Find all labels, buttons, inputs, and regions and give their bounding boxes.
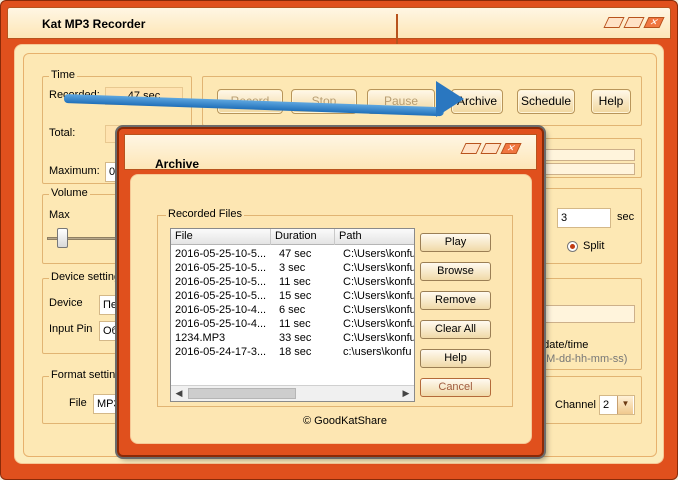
naming-format-hint: MM-dd-hh-mm-ss): [537, 353, 628, 365]
input-pin-label: Input Pin: [49, 323, 93, 335]
cell-path: C:\Users\konfu: [343, 290, 415, 302]
recorded-files-legend: Recorded Files: [166, 208, 244, 220]
cell-path: C:\Users\konfu: [343, 248, 415, 260]
play-button[interactable]: Play: [420, 233, 491, 252]
cell-path: c:\users\konfu: [343, 346, 412, 358]
blue-arrow-head-icon: [436, 81, 464, 117]
column-header-duration[interactable]: Duration: [271, 229, 335, 245]
total-label: Total:: [49, 127, 76, 139]
cell-file: 2016-05-24-17-3...: [175, 346, 267, 358]
list-header: File Duration Path: [171, 229, 414, 245]
scroll-right-icon[interactable]: ▶: [398, 386, 414, 401]
table-row[interactable]: 1234.MP3 33 sec C:\Users\konfu: [171, 331, 414, 345]
file-name-field[interactable]: [531, 305, 635, 323]
level-meter-right: [531, 163, 635, 175]
archive-minimize-icon[interactable]: [460, 143, 482, 154]
time-legend: Time: [49, 69, 78, 81]
cell-path: C:\Users\konfu: [343, 262, 415, 274]
archive-help-button[interactable]: Help: [420, 349, 491, 368]
column-header-file[interactable]: File: [171, 229, 271, 245]
level-meter-left: [531, 149, 635, 161]
naming-datetime-label: t date/time: [537, 339, 589, 351]
cell-file: 2016-05-25-10-4...: [175, 304, 267, 316]
cell-duration: 47 sec: [279, 248, 312, 260]
split-unit-label: sec: [617, 211, 635, 223]
table-row[interactable]: 2016-05-25-10-5... 11 sec C:\Users\konfu: [171, 275, 414, 289]
file-format-label: File: [69, 397, 87, 409]
split-duration-input[interactable]: 3: [557, 208, 611, 228]
maximum-label: Maximum:: [49, 165, 100, 177]
channel-dropdown-arrow-icon[interactable]: ▼: [617, 396, 633, 414]
cell-file: 2016-05-25-10-4...: [175, 318, 267, 330]
archive-dialog: ✕ Archive Recorded Files File Duration P…: [117, 127, 544, 457]
table-row[interactable]: 2016-05-25-10-5... 47 sec C:\Users\konfu: [171, 247, 414, 261]
cell-path: C:\Users\konfu: [343, 318, 415, 330]
help-button[interactable]: Help: [591, 89, 631, 114]
copyright-text: © GoodKatShare: [303, 415, 387, 427]
cell-path: C:\Users\konfu: [343, 304, 415, 316]
schedule-button[interactable]: Schedule: [517, 89, 575, 114]
device-settings-legend: Device settings: [49, 271, 128, 283]
clear-all-button[interactable]: Clear All: [420, 320, 491, 339]
scroll-left-icon[interactable]: ◀: [171, 386, 187, 401]
cell-file: 2016-05-25-10-5...: [175, 262, 267, 274]
cell-file: 2016-05-25-10-5...: [175, 276, 267, 288]
volume-slider-thumb[interactable]: [57, 228, 69, 248]
channel-label: Channel: [555, 399, 596, 411]
device-label: Device: [49, 297, 83, 309]
close-icon[interactable]: ✕: [643, 17, 665, 28]
cell-duration: 18 sec: [279, 346, 312, 358]
cell-duration: 15 sec: [279, 290, 312, 302]
remove-button[interactable]: Remove: [420, 291, 491, 310]
cell-file: 1234.MP3: [175, 332, 226, 344]
archive-client-area: Recorded Files File Duration Path 2016-0…: [130, 174, 532, 444]
cell-file: 2016-05-25-10-5...: [175, 290, 267, 302]
volume-max-label: Max: [49, 209, 70, 221]
cell-path: C:\Users\konfu: [343, 332, 415, 344]
archive-close-icon[interactable]: ✕: [500, 143, 522, 154]
table-row[interactable]: 2016-05-25-10-5... 3 sec C:\Users\konfu: [171, 261, 414, 275]
archive-title: Archive: [155, 157, 200, 171]
main-title-bar[interactable]: Kat MP3 Recorder ✕: [7, 7, 671, 46]
split-radio[interactable]: [567, 241, 578, 252]
main-window-title: Kat MP3 Recorder: [42, 17, 146, 31]
column-header-path[interactable]: Path: [335, 229, 414, 245]
cell-file: 2016-05-25-10-5...: [175, 248, 267, 260]
cell-path: C:\Users\konfu: [343, 276, 415, 288]
cell-duration: 33 sec: [279, 332, 312, 344]
cell-duration: 6 sec: [279, 304, 306, 316]
table-row[interactable]: 2016-05-25-10-4... 11 sec C:\Users\konfu: [171, 317, 414, 331]
browse-button[interactable]: Browse: [420, 262, 491, 281]
table-row[interactable]: 2016-05-25-10-4... 6 sec C:\Users\konfu: [171, 303, 414, 317]
volume-legend: Volume: [49, 187, 90, 199]
cancel-button[interactable]: Cancel: [420, 378, 491, 397]
table-row[interactable]: 2016-05-24-17-3... 18 sec c:\users\konfu: [171, 345, 414, 359]
table-row[interactable]: 2016-05-25-10-5... 15 sec C:\Users\konfu: [171, 289, 414, 303]
split-label: Split: [583, 240, 605, 252]
recorded-files-group: Recorded Files File Duration Path 2016-0…: [157, 208, 513, 407]
cell-duration: 3 sec: [279, 262, 306, 274]
cell-duration: 11 sec: [279, 276, 311, 288]
archive-maximize-icon[interactable]: [480, 143, 502, 154]
recorded-files-list[interactable]: File Duration Path 2016-05-25-10-5... 47 …: [170, 228, 415, 402]
horizontal-scrollbar[interactable]: ◀ ▶: [171, 385, 414, 401]
scrollbar-thumb[interactable]: [188, 388, 296, 399]
cell-duration: 11 sec: [279, 318, 311, 330]
